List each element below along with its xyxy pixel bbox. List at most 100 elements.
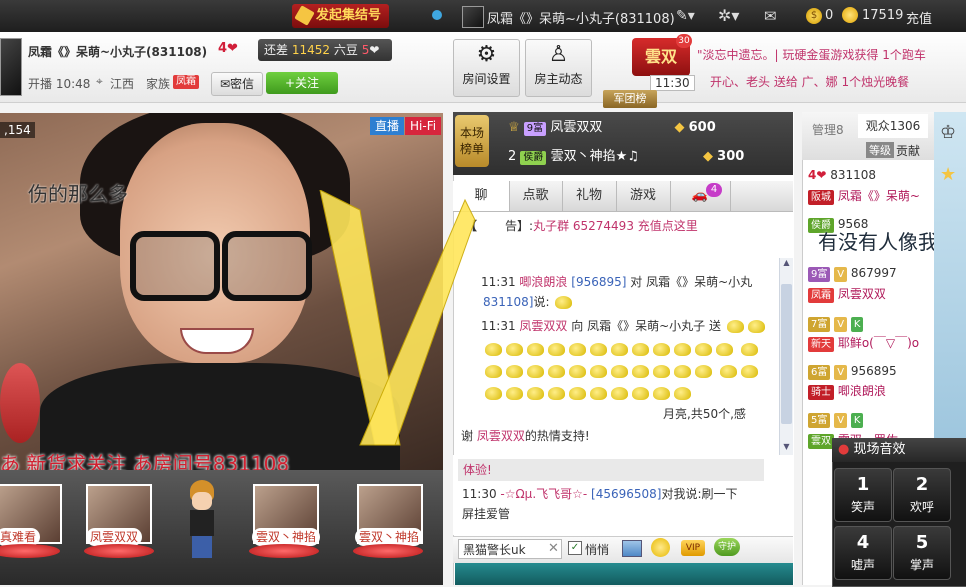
scroll-up-icon: ▲ [783, 258, 790, 267]
settings-gear-icon: ⚙ [476, 42, 497, 67]
gear-icon[interactable]: ✲▾ [718, 6, 739, 25]
message-input[interactable] [455, 563, 793, 585]
sort-level[interactable]: 等级 [866, 142, 894, 158]
tab-car[interactable]: 🚗 [670, 181, 731, 211]
sound-effects-header: ● 现场音效 [832, 438, 966, 462]
sound-icon: ● [838, 442, 850, 457]
announcement[interactable]: 【告】:丸子群 65274493 充值点这里 [465, 216, 698, 236]
vip-icon[interactable]: VIP [681, 540, 705, 556]
envelope-icon: ✉ [219, 77, 231, 91]
level-progress: 还差 11452 六豆 5❤ [258, 39, 392, 61]
sound-laugh-button[interactable]: 1 笑声 [834, 468, 892, 522]
quiet-checkbox[interactable]: ✓ [568, 541, 582, 555]
image-icon[interactable] [622, 540, 642, 557]
trial-bar[interactable]: 体验! [458, 459, 764, 481]
sort-contrib[interactable]: 贡献 [896, 142, 920, 159]
banner-time: 11:30 [650, 75, 695, 91]
host-news-button[interactable]: ♙ 房主动态 [525, 39, 592, 97]
side-decoration: ♔ ★ [934, 112, 966, 442]
banner-badge-level: 30 [676, 34, 692, 48]
top-bar: 发起集结号 凤霜《》呆萌~小丸子(831108) ✎▾ ✲▾ ✉ $ 0 175… [0, 0, 966, 32]
guard-icon[interactable]: 守护 [714, 538, 740, 556]
moon-gift-icon [726, 320, 744, 333]
cartoon-avatar[interactable] [186, 480, 216, 564]
car-badge: 4 [706, 183, 722, 197]
family-tag[interactable]: 凤霜 [173, 75, 199, 89]
tab-admin[interactable]: 管理8 [812, 121, 844, 138]
host-level: 4❤ [218, 41, 238, 56]
video-overlay-text: 有没有人像我 [818, 230, 938, 254]
rally-button[interactable]: 发起集结号 [292, 4, 390, 28]
list-item[interactable]: 9富 V 867997 [808, 266, 897, 282]
crown-icon[interactable]: ♔ [940, 122, 956, 143]
chat-scrollbar[interactable]: ▲ ▼ [779, 258, 793, 456]
message-button[interactable]: ✉密信 [211, 72, 263, 96]
host-name[interactable]: 凤霜《》呆萌~小丸子(831108) [28, 43, 207, 60]
sound-cheer-button[interactable]: 2 欢呼 [893, 468, 951, 522]
sound-boo-button[interactable]: 4 嘘声 [834, 526, 892, 580]
chat-line: 831108]说: [483, 292, 574, 312]
scroll-thumb [781, 284, 792, 424]
host-avatar[interactable] [0, 38, 22, 96]
bean-icon [842, 7, 858, 23]
gift-moons [483, 338, 778, 404]
banner-line-1: "淡忘中遗忘。| 玩硬金蛋游戏获得 1个跑车 [697, 48, 926, 62]
status-dot-icon[interactable] [432, 10, 442, 20]
live-time: 开播 10:48 [28, 77, 91, 91]
video-caption-top: 伤的那么多 [28, 182, 128, 206]
ranking-badge[interactable]: 本场榜单 [455, 115, 489, 167]
bean-count: 17519 [862, 8, 904, 23]
emoji-icon[interactable] [651, 538, 670, 557]
scroll-down-icon: ▼ [783, 442, 790, 451]
smile-emoji-icon [555, 296, 573, 309]
moon-v-decoration [319, 190, 476, 446]
chat-messages: 【告】:丸子群 65274493 充值点这里 11:31 唧浪朗浪 [95689… [453, 212, 778, 452]
person-icon: ♙ [548, 42, 569, 67]
chat-line: 11:31 唧浪朗浪 [956895] 对 凤霜《》呆萌~小丸 [481, 275, 753, 289]
recharge-link[interactable]: 充值 [906, 8, 932, 27]
list-item[interactable]: 4❤ 831108 [808, 168, 876, 182]
list-item[interactable]: 新天 耶鲜o(￣▽￣)o [808, 334, 919, 352]
viewer-count: ,154 [0, 122, 35, 138]
tab-gift[interactable]: 礼物 [562, 181, 617, 211]
user-avatar[interactable] [462, 6, 484, 28]
family-label: 家族 [146, 77, 171, 91]
chat-target-select[interactable]: 黑猫警长uk [458, 539, 562, 559]
hifi-tag[interactable]: Hi-Fi [405, 117, 442, 135]
rank-row[interactable]: 2 侯爵 雲双丶神掐★♫ ◆ 300 [508, 145, 744, 169]
list-item[interactable]: 7富 V K [808, 316, 864, 332]
gift-summary: 月亮,共50个,感 [663, 407, 746, 421]
room-settings-button[interactable]: ⚙ 房间设置 [453, 39, 520, 97]
sound-applause-button[interactable]: 5 掌声 [893, 526, 951, 580]
banner-line-2: 开心、老头 送给 广、娜 1个烛光晚餐 [710, 75, 910, 89]
private-chat: 体验! 11:30 -☆Ωμ.飞飞哥☆- [45696508]对我说:刷一下 屏… [453, 455, 793, 535]
army-rank-tab[interactable]: 军团榜 [603, 90, 657, 108]
mail-icon[interactable]: ✉ [764, 7, 777, 25]
live-tag: 直播 [370, 117, 405, 135]
trophy-icon: ♕ [508, 120, 520, 135]
tab-song[interactable]: 点歌 [509, 181, 563, 211]
coin-icon: $ [806, 8, 822, 24]
follow-button[interactable]: +关注 [266, 72, 338, 94]
thanks-line: 谢 凤雲双双的热情支持! [461, 429, 590, 443]
chat-line: 11:31 凤雲双双 向 凤霜《》呆萌~小丸子 送 [481, 316, 767, 336]
list-item[interactable]: 6富 V 956895 [808, 364, 897, 380]
gold-icon: ◆ [674, 120, 685, 135]
location-icon: ⌖ [96, 74, 103, 88]
tab-viewers[interactable]: 观众1306 [858, 114, 928, 138]
list-item[interactable]: 阪城 凤霜《》呆萌~ [808, 187, 920, 205]
rank-row[interactable]: ♕ 9富 凤雲双双 ◆ 600 [508, 116, 716, 140]
horn-icon [294, 5, 315, 26]
tab-game[interactable]: 游戏 [616, 181, 671, 211]
quiet-label: 悄悄 [585, 543, 610, 557]
host-location: 江西 [110, 77, 135, 91]
list-item[interactable]: 5富 V K [808, 412, 864, 428]
list-item[interactable]: 骑士 唧浪朗浪 [808, 382, 886, 400]
star-icon[interactable]: ★ [940, 164, 956, 185]
coin-count: 0 [825, 8, 834, 23]
user-name[interactable]: 凤霜《》呆萌~小丸子(831108) [487, 8, 675, 27]
list-item[interactable]: 凤霜 凤雲双双 [808, 285, 886, 303]
chat-line: 11:30 -☆Ωμ.飞飞哥☆- [45696508]对我说:刷一下 [462, 487, 738, 501]
clear-target-icon[interactable]: ✕ [548, 541, 559, 556]
edit-icon[interactable]: ✎▾ [676, 8, 695, 24]
